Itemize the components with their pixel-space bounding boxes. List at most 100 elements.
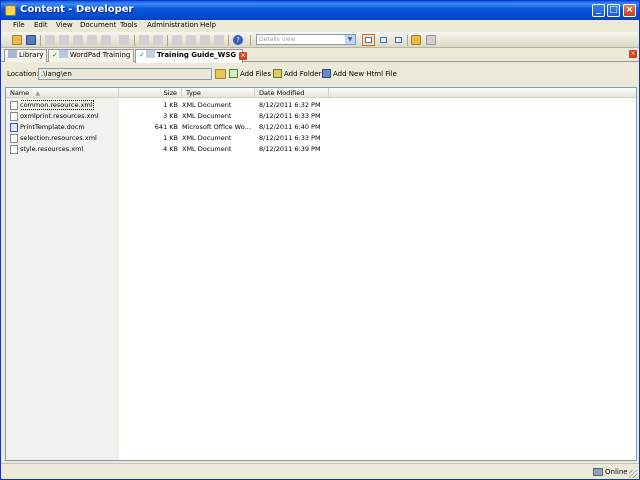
- folder-options-icon[interactable]: [411, 35, 421, 45]
- add-folder-icon: [273, 69, 282, 78]
- move-down-icon[interactable]: [214, 35, 224, 45]
- menu-file[interactable]: File: [13, 21, 25, 29]
- toolbar-separator: [40, 35, 41, 46]
- view-select[interactable]: Details view ▼: [256, 34, 356, 45]
- location-input[interactable]: [38, 68, 212, 80]
- xml-file-icon: [10, 112, 18, 121]
- move-up-icon[interactable]: [200, 35, 210, 45]
- menu-administration[interactable]: Administration: [147, 21, 198, 29]
- document-icon: [58, 50, 68, 58]
- xml-file-icon: [10, 145, 18, 154]
- column-header-type[interactable]: Type: [182, 88, 255, 98]
- location-label: Location:: [7, 70, 39, 78]
- resize-grip[interactable]: [629, 470, 637, 478]
- back-icon[interactable]: [172, 35, 182, 45]
- table-row[interactable]: PrintTemplate.docm 641 KB Microsoft Offi…: [6, 122, 636, 132]
- tab-training-guide-wsg[interactable]: ✓ Training Guide_WSG ×: [135, 49, 248, 63]
- add-files-icon: [229, 69, 238, 78]
- close-button[interactable]: ×: [623, 4, 636, 17]
- add-html-label: Add New Html File: [333, 70, 397, 78]
- file-name: style.resources.xml: [20, 145, 84, 153]
- menu-document[interactable]: Document: [80, 21, 116, 29]
- file-name: oxmlprint.resources.xml: [20, 112, 99, 120]
- paste-icon[interactable]: [73, 35, 83, 45]
- table-row[interactable]: oxmlprint.resources.xml 3 KB XML Documen…: [6, 111, 636, 121]
- copy-icon[interactable]: [59, 35, 69, 45]
- sort-ascending-icon: ▲: [35, 89, 41, 97]
- check-icon: ✓: [139, 51, 145, 59]
- toolbar: ? Details view ▼: [1, 32, 639, 48]
- tab-bar: Library ✓ WordPad Training ✓ Training Guid…: [1, 48, 639, 63]
- toolbar-separator: [134, 35, 135, 46]
- print-icon[interactable]: [119, 35, 129, 45]
- file-size: 1 KB: [163, 134, 178, 142]
- add-folder-button[interactable]: Add Folder: [273, 69, 321, 80]
- menu-help[interactable]: Help: [200, 21, 216, 29]
- split-view-button[interactable]: [392, 34, 405, 46]
- tab-library[interactable]: Library: [4, 49, 47, 62]
- delete-icon[interactable]: [87, 35, 97, 45]
- file-size: 4 KB: [163, 145, 178, 153]
- list-view-button[interactable]: [377, 34, 390, 46]
- app-icon: [5, 5, 16, 16]
- add-html-file-button[interactable]: Add New Html File: [322, 69, 397, 80]
- menu-view[interactable]: View: [56, 21, 73, 29]
- tab-label: Training Guide_WSG: [156, 51, 237, 59]
- xml-file-icon: [10, 101, 18, 110]
- document-icon: [145, 50, 155, 58]
- details-view-button[interactable]: [362, 34, 375, 46]
- file-date-modified: 8/12/2011 6:39 PM: [259, 145, 321, 153]
- app-window: Content - Developer _ □ × File Edit View…: [0, 0, 640, 480]
- toolbar-separator: [250, 35, 251, 46]
- column-header-date-modified[interactable]: Date Modified: [255, 88, 329, 98]
- file-type: Microsoft Office Wo...: [182, 123, 251, 131]
- tab-wordpad-training[interactable]: ✓ WordPad Training: [48, 49, 134, 62]
- html-file-icon: [322, 69, 331, 78]
- location-bar: Location: Add Files Add Folder Add New H…: [1, 63, 639, 85]
- save-icon[interactable]: [26, 35, 36, 45]
- toolbar-separator: [407, 35, 408, 46]
- close-panel-icon[interactable]: ×: [629, 50, 637, 58]
- help-icon[interactable]: ?: [233, 35, 243, 45]
- undo-icon[interactable]: [139, 35, 149, 45]
- split-view-icon: [395, 37, 402, 43]
- file-list[interactable]: Name ▲ Size Type Date Modified common.re…: [5, 87, 637, 461]
- window-title: Content - Developer: [20, 4, 134, 15]
- menu-edit[interactable]: Edit: [34, 21, 48, 29]
- cut-icon[interactable]: [45, 35, 55, 45]
- column-header-size[interactable]: Size: [119, 88, 182, 98]
- redo-icon[interactable]: [153, 35, 163, 45]
- title-bar: Content - Developer _ □ ×: [1, 1, 639, 20]
- network-icon: [593, 468, 603, 476]
- menu-tools[interactable]: Tools: [120, 21, 137, 29]
- file-name: selection.resources.xml: [20, 134, 97, 142]
- folder-up-icon[interactable]: [215, 69, 226, 79]
- open-icon[interactable]: [12, 35, 22, 45]
- column-header-name[interactable]: Name ▲: [6, 88, 119, 98]
- add-files-label: Add Files: [240, 70, 272, 78]
- maximize-button[interactable]: □: [607, 4, 620, 17]
- details-view-icon: [365, 37, 372, 43]
- tab-close-icon[interactable]: ×: [239, 52, 248, 60]
- file-date-modified: 8/12/2011 6:40 PM: [259, 123, 321, 131]
- file-date-modified: 8/12/2011 6:32 PM: [259, 101, 321, 109]
- table-row[interactable]: style.resources.xml 4 KB XML Document 8/…: [6, 144, 636, 154]
- forward-icon[interactable]: [186, 35, 196, 45]
- table-row[interactable]: common.resource.xml 1 KB XML Document 8/…: [6, 100, 636, 110]
- library-icon: [8, 50, 17, 58]
- xml-file-icon: [10, 134, 18, 143]
- tab-label: Library: [19, 51, 44, 59]
- toolbar-separator: [167, 35, 168, 46]
- tab-label: WordPad Training: [69, 51, 131, 59]
- status-bar: Online: [1, 463, 639, 479]
- minimize-button[interactable]: _: [592, 4, 605, 17]
- properties-icon[interactable]: [101, 35, 111, 45]
- chevron-down-icon: ▼: [345, 35, 355, 44]
- file-type: XML Document: [182, 101, 232, 109]
- file-date-modified: 8/12/2011 6:33 PM: [259, 134, 321, 142]
- check-icon: ✓: [52, 51, 58, 59]
- settings-icon[interactable]: [426, 35, 436, 45]
- table-row[interactable]: selection.resources.xml 1 KB XML Documen…: [6, 133, 636, 143]
- file-name: common.resource.xml: [20, 100, 94, 110]
- add-files-button[interactable]: Add Files: [229, 69, 271, 80]
